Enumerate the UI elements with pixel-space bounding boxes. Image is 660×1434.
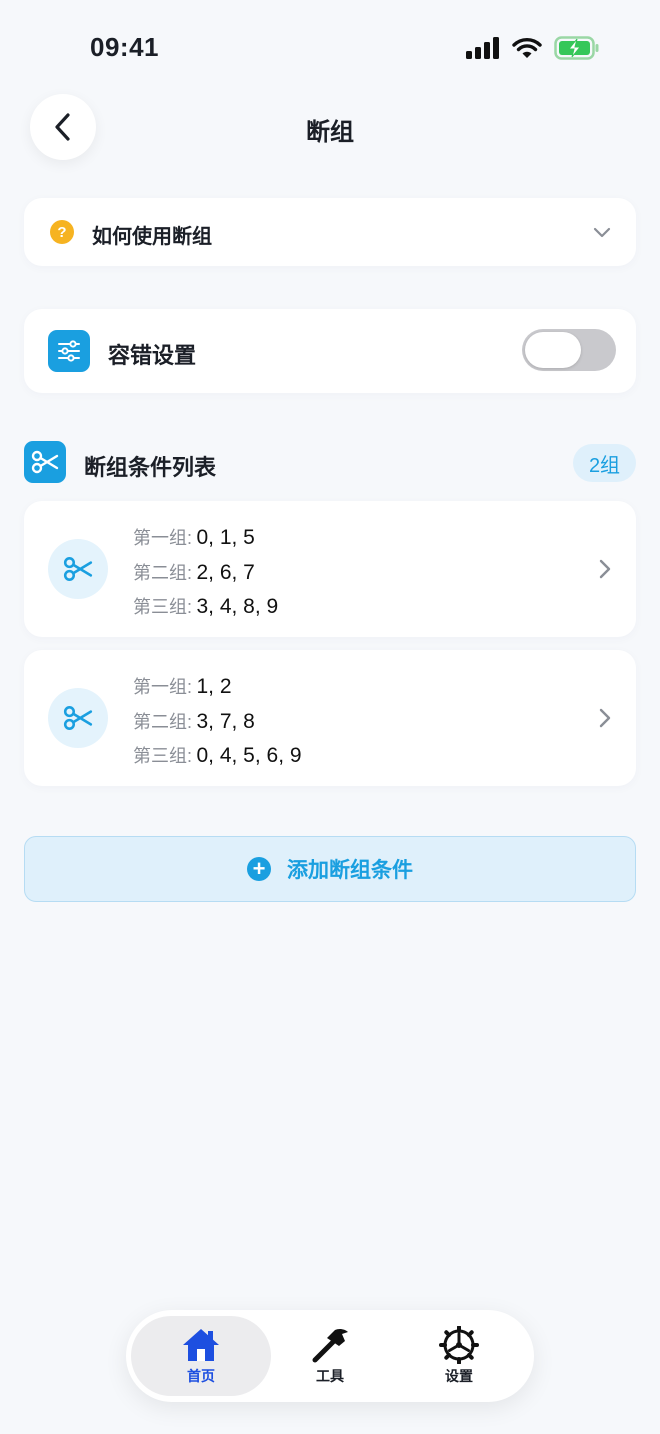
group-row-value: 0, 4, 5, 6, 9: [196, 744, 302, 767]
page-title: 断组: [306, 119, 354, 146]
sliders-icon: [48, 330, 90, 372]
tab-label: 设置: [445, 1368, 473, 1384]
tolerance-setting-row: 容错设置: [24, 309, 636, 393]
group-lines: 第一组: 1, 2 第二组: 3, 7, 8 第三组: 0, 4, 5, 6, …: [133, 670, 302, 774]
tolerance-toggle[interactable]: [522, 329, 616, 371]
group-row: 第一组: 1, 2: [133, 670, 302, 705]
chevron-right-icon: [599, 559, 611, 579]
chevron-right-icon: [599, 708, 611, 728]
tab-bar: 首页 工具 设置: [126, 1310, 534, 1402]
tolerance-label: 容错设置: [108, 343, 197, 368]
tab-label: 首页: [187, 1368, 215, 1384]
tab-label: 工具: [316, 1368, 344, 1384]
section-title: 断组条件列表: [84, 455, 217, 480]
group-row-label: 第三组:: [133, 746, 193, 766]
signal-icon: [466, 37, 499, 59]
home-icon: [183, 1329, 219, 1361]
tab-settings[interactable]: 设置: [389, 1316, 529, 1396]
status-icons: [466, 36, 600, 60]
group-row-label: 第一组:: [133, 677, 193, 697]
scissors-icon: [24, 441, 66, 483]
group-lines: 第一组: 0, 1, 5 第二组: 2, 6, 7 第三组: 3, 4, 8, …: [133, 521, 278, 625]
group-row-value: 1, 2: [196, 675, 232, 698]
plus-circle-icon: +: [247, 857, 271, 881]
scissors-icon: [48, 688, 108, 748]
question-icon: ?: [50, 220, 74, 244]
group-row-value: 0, 1, 5: [196, 526, 255, 549]
group-count-badge: 2组: [573, 444, 636, 482]
group-row: 第二组: 3, 7, 8: [133, 705, 302, 740]
help-label: 如何使用断组: [92, 226, 212, 248]
wifi-icon: [512, 38, 542, 58]
group-row-value: 2, 6, 7: [196, 560, 255, 584]
group-row: 第二组: 2, 6, 7: [133, 556, 278, 591]
chevron-down-icon: [593, 227, 611, 238]
scissors-icon: [48, 539, 108, 599]
battery-charging-icon: [554, 36, 599, 60]
group-row-value: 3, 4, 8, 9: [196, 595, 279, 618]
status-time: 09:41: [90, 32, 159, 62]
group-row-label: 第三组:: [133, 597, 193, 617]
add-condition-label: 添加断组条件: [287, 859, 413, 882]
add-condition-button[interactable]: + 添加断组条件: [24, 836, 636, 902]
help-accordion[interactable]: ? 如何使用断组: [24, 198, 636, 266]
group-condition-card[interactable]: 第一组: 1, 2 第二组: 3, 7, 8 第三组: 0, 4, 5, 6, …: [24, 650, 636, 786]
group-row: 第三组: 3, 4, 8, 9: [133, 590, 278, 625]
group-row-value: 3, 7, 8: [196, 709, 255, 733]
group-row-label: 第二组:: [133, 562, 193, 583]
tab-home[interactable]: 首页: [131, 1316, 271, 1396]
tab-tools[interactable]: 工具: [260, 1316, 400, 1396]
gear-icon: [439, 1326, 479, 1364]
group-row: 第一组: 0, 1, 5: [133, 521, 278, 556]
group-row: 第三组: 0, 4, 5, 6, 9: [133, 739, 302, 774]
group-row-label: 第二组:: [133, 711, 193, 732]
group-row-label: 第一组:: [133, 528, 193, 548]
group-condition-card[interactable]: 第一组: 0, 1, 5 第二组: 2, 6, 7 第三组: 3, 4, 8, …: [24, 501, 636, 637]
toggle-knob: [525, 332, 581, 368]
hammer-icon: [312, 1328, 348, 1363]
